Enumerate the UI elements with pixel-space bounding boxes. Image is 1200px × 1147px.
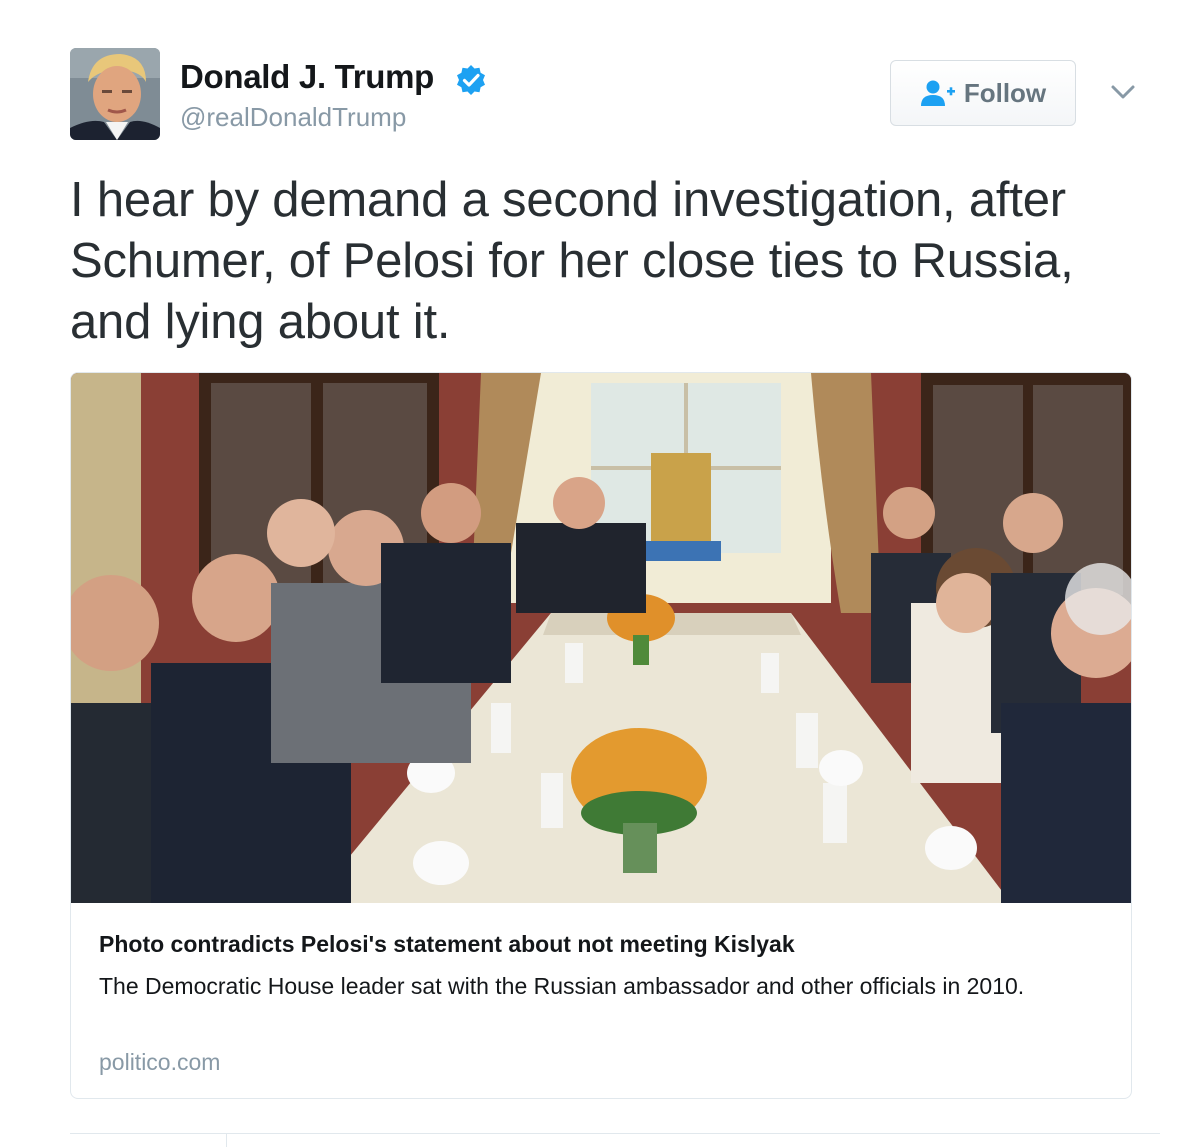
profile-photo-icon: [70, 48, 160, 140]
tweet: Donald J. Trump @realDonaldTrump Follow …: [0, 0, 1200, 1147]
follow-person-icon: [920, 80, 955, 106]
divider-tick: [226, 1133, 227, 1147]
tweet-text: I hear by demand a second investigation,…: [70, 173, 1074, 349]
author-handle[interactable]: @realDonaldTrump: [180, 102, 406, 133]
meeting-photo-icon: [71, 373, 1131, 903]
follow-button[interactable]: Follow: [890, 60, 1076, 126]
follow-button-label: Follow: [963, 77, 1047, 108]
card-description: The Democratic House leader sat with the…: [99, 973, 1025, 999]
chevron-down-icon[interactable]: [1110, 82, 1136, 102]
card-domain: politico.com: [99, 1049, 221, 1075]
avatar[interactable]: [70, 48, 160, 140]
divider: [70, 1133, 1160, 1134]
card-title: Photo contradicts Pelosi's statement abo…: [99, 931, 795, 957]
author-name[interactable]: Donald J. Trump: [180, 58, 434, 96]
card-image[interactable]: [71, 373, 1131, 903]
link-card[interactable]: Photo contradicts Pelosi's statement abo…: [70, 372, 1132, 1099]
verified-badge-icon: [457, 65, 485, 95]
